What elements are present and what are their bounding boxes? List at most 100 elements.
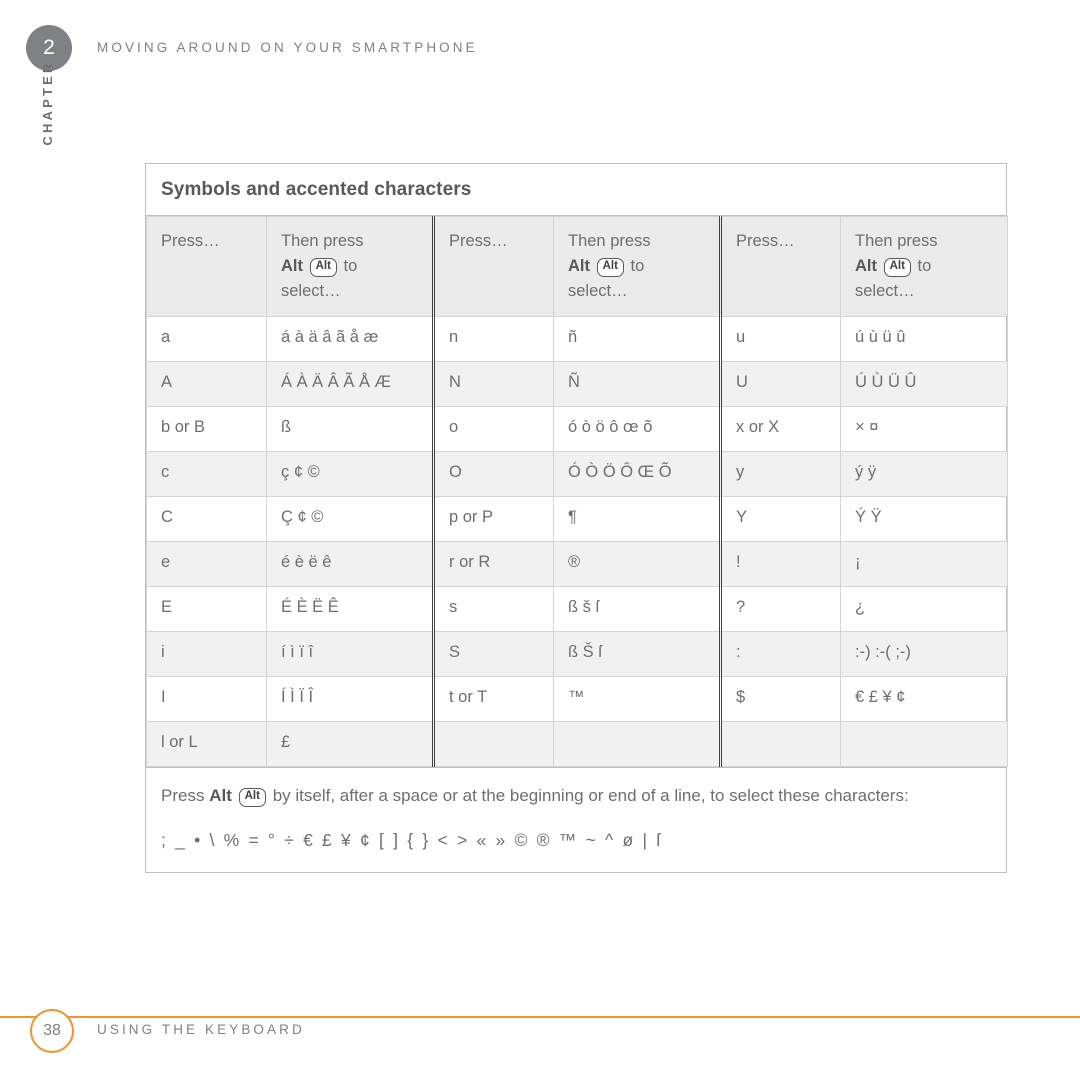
cell-key-1: e	[146, 541, 267, 588]
header-press-3: Press…	[719, 215, 841, 318]
cell-value-1: í ì ï î	[266, 631, 434, 678]
cell-value-3: :-) :-( ;-)	[840, 631, 1008, 678]
header-press-label-3: Press…	[736, 232, 795, 250]
cell-key-3: x or X	[719, 406, 841, 453]
header-alt-word-2: Alt	[568, 257, 590, 276]
table-row: IÍ Ì Ï Ît or T ™ $ € £ ¥ ¢	[146, 676, 1008, 723]
footer-section-label: USING THE KEYBOARD	[97, 1022, 305, 1037]
cell-value-2: ®	[553, 541, 721, 588]
table-header-row: Press… Then press Alt Alt to select… Pre…	[146, 215, 1008, 318]
table-row: eé è ë êr or R ®! ¡	[146, 541, 1008, 588]
cell-key-2: O	[432, 451, 554, 498]
header-select-word-1: select…	[281, 282, 341, 301]
table-row: AÁ À Ä Â Ã Å ÆNÑUÚ Ù Ü Û	[146, 361, 1008, 408]
cell-value-3: € £ ¥ ¢	[840, 676, 1008, 723]
cell-value-3: ¡	[840, 541, 1008, 588]
cell-key-3	[719, 721, 841, 768]
cell-key-1: A	[146, 361, 267, 408]
note-prefix: Press	[161, 786, 205, 806]
header-to-word-2: to	[630, 257, 645, 276]
cell-key-3: $	[719, 676, 841, 723]
cell-key-2: S	[432, 631, 554, 678]
cell-key-1: c	[146, 451, 267, 498]
chapter-label: CHAPTER	[40, 60, 55, 146]
cell-value-3: × ¤	[840, 406, 1008, 453]
cell-key-2: N	[432, 361, 554, 408]
table-title: Symbols and accented characters	[146, 164, 1006, 216]
cell-value-2: Ó Ò Ö Ô Œ Õ	[553, 451, 721, 498]
cell-value-1: Á À Ä Â Ã Å Æ	[266, 361, 434, 408]
cell-key-2: n	[432, 316, 554, 363]
header-press-1: Press…	[146, 215, 267, 318]
cell-key-2: p or P	[432, 496, 554, 543]
header-press-2: Press…	[432, 215, 554, 318]
cell-value-1: ç ¢ ©	[266, 451, 434, 498]
cell-key-2: t or T	[432, 676, 554, 723]
footer-rule	[0, 1016, 1080, 1018]
header-thenpress-1: Then press Alt Alt to select…	[266, 215, 434, 318]
header-thenpress-line1-2: Then press	[568, 232, 651, 250]
cell-value-1: Í Ì Ï Î	[266, 676, 434, 723]
table-row: EÉ È Ë Êsß š ſ? ¿	[146, 586, 1008, 633]
cell-key-3: !	[719, 541, 841, 588]
note-suffix: by itself, after a space or at the begin…	[272, 786, 909, 806]
symbols-table: Press… Then press Alt Alt to select… Pre…	[146, 215, 1008, 768]
cell-key-1: l or L	[146, 721, 267, 768]
header-to-word-3: to	[917, 257, 932, 276]
note-symbol-list: ; _ • \ % = ° ÷ € £ ¥ ¢ [ ] { } < > « » …	[161, 830, 663, 851]
cell-value-1: ß	[266, 406, 434, 453]
running-head: MOVING AROUND ON YOUR SMARTPHONE	[97, 40, 478, 55]
cell-value-2: ñ	[553, 316, 721, 363]
cell-value-2: ó ò ö ô œ õ	[553, 406, 721, 453]
cell-key-1: C	[146, 496, 267, 543]
cell-key-3: ?	[719, 586, 841, 633]
cell-key-2: r or R	[432, 541, 554, 588]
note-alt-word: Alt	[209, 786, 232, 806]
cell-value-3: ý ÿ	[840, 451, 1008, 498]
page-number-badge: 38	[30, 1009, 74, 1053]
cell-key-1: i	[146, 631, 267, 678]
cell-key-3: y	[719, 451, 841, 498]
cell-value-1: É È Ë Ê	[266, 586, 434, 633]
table-row: aá à ä â ã å ænñuú ù ü û	[146, 316, 1008, 363]
alt-key-icon-note: Alt	[238, 788, 266, 807]
cell-value-1: é è ë ê	[266, 541, 434, 588]
cell-key-2: o	[432, 406, 554, 453]
table-note: Press Alt Alt by itself, after a space o…	[146, 767, 1006, 872]
alt-key-icon-3: Alt	[883, 258, 911, 277]
cell-value-2: ™	[553, 676, 721, 723]
header-press-label-1: Press…	[161, 232, 220, 250]
table-row: cç ¢ © O Ó Ò Ö Ô Œ Õyý ÿ	[146, 451, 1008, 498]
table-row: ií ì ï îSß Š ſ::-) :-( ;-)	[146, 631, 1008, 678]
alt-key-icon-1: Alt	[309, 258, 337, 277]
cell-key-2: s	[432, 586, 554, 633]
cell-value-3: Ú Ù Ü Û	[840, 361, 1008, 408]
cell-key-1: E	[146, 586, 267, 633]
cell-value-2	[553, 721, 721, 768]
cell-key-1: a	[146, 316, 267, 363]
symbols-table-block: Symbols and accented characters Press… T…	[145, 163, 1008, 874]
cell-key-1: b or B	[146, 406, 267, 453]
cell-value-3: ¿	[840, 586, 1008, 633]
header-thenpress-line1-3: Then press	[855, 232, 938, 250]
cell-value-2: ¶	[553, 496, 721, 543]
symbols-table-body: Press… Then press Alt Alt to select… Pre…	[146, 215, 1008, 768]
cell-key-1: I	[146, 676, 267, 723]
table-row: CÇ ¢ © p or P ¶ Y Ý Ÿ	[146, 496, 1008, 543]
alt-key-icon-2: Alt	[596, 258, 624, 277]
header-press-label-2: Press…	[449, 232, 508, 250]
header-thenpress-2: Then press Alt Alt to select…	[553, 215, 721, 318]
cell-key-3: u	[719, 316, 841, 363]
header-to-word-1: to	[343, 257, 358, 276]
cell-key-3: U	[719, 361, 841, 408]
cell-value-3: ú ù ü û	[840, 316, 1008, 363]
header-alt-word-1: Alt	[281, 257, 303, 276]
header-select-word-2: select…	[568, 282, 628, 301]
header-thenpress-line1-1: Then press	[281, 232, 364, 250]
cell-value-2: ß Š ſ	[553, 631, 721, 678]
table-row: b or Bßoó ò ö ô œ õx or X × ¤	[146, 406, 1008, 453]
header-thenpress-3: Then press Alt Alt to select…	[840, 215, 1008, 318]
cell-value-3	[840, 721, 1008, 768]
cell-key-3: Y	[719, 496, 841, 543]
page-number: 38	[43, 1022, 61, 1039]
